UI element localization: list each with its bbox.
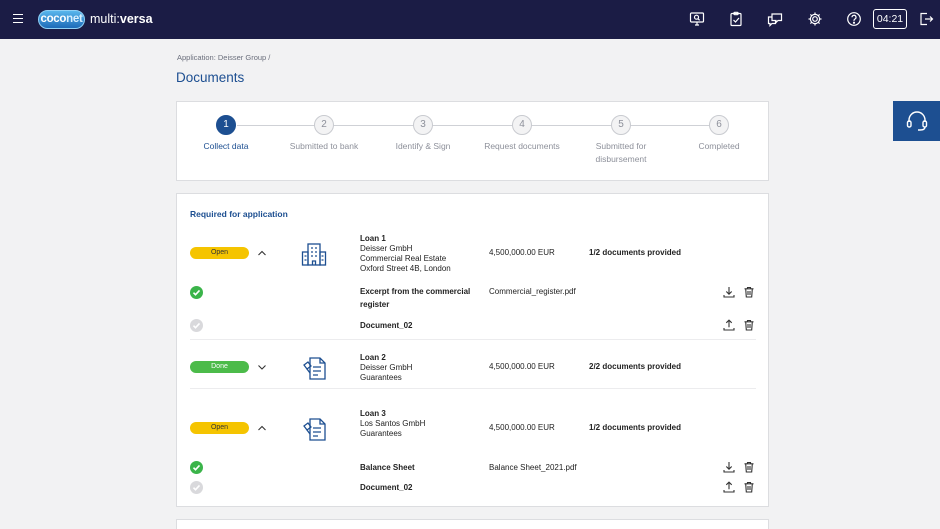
loan-type: Guarantees	[360, 429, 402, 438]
documents-provided: 1/2 documents provided	[589, 423, 682, 432]
step-request-documents[interactable]: 4 Request documents	[472, 115, 572, 153]
status-badge[interactable]: Done	[190, 361, 249, 373]
documents-provided: 2/2 documents provided	[589, 362, 682, 371]
section-title: Required for application	[190, 209, 288, 219]
documents-provided: 1/2 documents provided	[589, 248, 682, 257]
check-done-icon	[190, 286, 203, 299]
loan-info: Loan 2 Deisser GmbH Guarantees	[360, 353, 412, 383]
loan-company: Deisser GmbH	[360, 363, 413, 372]
loan-name: Loan 3	[360, 409, 386, 418]
step-label: Collect data	[203, 141, 249, 151]
document-file-link[interactable]: Commercial_register.pdf	[489, 287, 576, 296]
loan-amount: 4,500,000.00 EUR	[489, 423, 555, 432]
check-pending-icon	[190, 481, 203, 494]
status-badge[interactable]: Open	[190, 247, 249, 259]
step-identify-sign[interactable]: 3 Identify & Sign	[373, 115, 473, 153]
loan-company: Deisser GmbH	[360, 244, 413, 253]
divider	[190, 339, 756, 340]
loan-name: Loan 2	[360, 353, 386, 362]
chevron-up-icon[interactable]	[257, 423, 267, 433]
document-name: Document_02	[360, 483, 413, 492]
product-prefix: multi	[90, 12, 117, 26]
step-collect-data[interactable]: 1 Collect data	[176, 115, 276, 153]
download-icon[interactable]	[723, 286, 735, 298]
loan-amount: 4,500,000.00 EUR	[489, 248, 555, 257]
delete-icon[interactable]	[743, 286, 755, 298]
step-submitted-to-bank[interactable]: 2 Submitted to bank	[274, 115, 374, 153]
download-icon[interactable]	[723, 461, 735, 473]
coconet-logo: coconet	[38, 10, 85, 29]
building-icon	[300, 240, 328, 268]
step-label: Submitted for disbursement	[595, 141, 647, 164]
loan-type: Commercial Real Estate	[360, 254, 447, 263]
guarantee-document-icon	[301, 415, 329, 443]
logo-secondary-text: net	[66, 13, 83, 25]
loan-company: Los Santos GmbH	[360, 419, 426, 428]
step-completed[interactable]: 6 Completed	[669, 115, 769, 153]
loan-info: Loan 1 Deisser GmbH Commercial Real Esta…	[360, 234, 451, 274]
page-title: Documents	[176, 70, 245, 85]
logo-primary-text: coco	[40, 13, 67, 25]
step-number: 3	[413, 115, 433, 135]
status-badge[interactable]: Open	[190, 422, 249, 434]
step-number: 2	[314, 115, 334, 135]
step-submitted-for-disbursement[interactable]: 5 Submitted for disbursement	[571, 115, 671, 166]
document-name: Document_02	[360, 321, 413, 330]
step-label: Completed	[698, 141, 740, 151]
breadcrumb[interactable]: Application: Deisser Group /	[177, 53, 270, 62]
document-name: Balance Sheet	[360, 463, 415, 472]
check-done-icon	[190, 461, 203, 474]
step-number: 5	[611, 115, 631, 135]
upload-icon[interactable]	[723, 319, 735, 331]
top-bar: coconet multi:versa 04:21	[0, 0, 940, 39]
guarantee-document-icon	[301, 354, 329, 382]
loan-address: Oxford Street 4B, London	[360, 264, 451, 273]
step-number: 6	[709, 115, 729, 135]
gear-icon[interactable]	[807, 11, 823, 27]
session-timer: 04:21	[873, 9, 907, 29]
step-number: 1	[216, 115, 236, 135]
loan-type: Guarantees	[360, 373, 402, 382]
document-name: Excerpt from the commercial register	[360, 287, 471, 309]
chevron-up-icon[interactable]	[257, 248, 267, 258]
product-suffix: versa	[119, 12, 153, 26]
loan-amount: 4,500,000.00 EUR	[489, 362, 555, 371]
next-card	[176, 519, 769, 529]
divider	[190, 388, 756, 389]
hamburger-menu-icon[interactable]	[13, 14, 23, 24]
delete-icon[interactable]	[743, 319, 755, 331]
progress-stepper: 1 Collect data 2 Submitted to bank 3 Ide…	[176, 101, 769, 181]
check-pending-icon	[190, 319, 203, 332]
delete-icon[interactable]	[743, 461, 755, 473]
step-label: Identify & Sign	[395, 141, 451, 151]
required-documents-card: Required for application Open Loan 1 Dei…	[176, 193, 769, 507]
chat-icon[interactable]	[767, 11, 783, 27]
loan-info: Loan 3 Los Santos GmbH Guarantees	[360, 409, 425, 439]
step-label: Request documents	[484, 141, 560, 151]
chevron-down-icon[interactable]	[257, 362, 267, 372]
document-file-link[interactable]: Balance Sheet_2021.pdf	[489, 463, 577, 472]
help-icon[interactable]	[846, 11, 862, 27]
loan-name: Loan 1	[360, 234, 386, 243]
upload-icon[interactable]	[723, 481, 735, 493]
monitor-search-icon[interactable]	[689, 11, 705, 27]
step-number: 4	[512, 115, 532, 135]
headset-icon	[906, 111, 928, 131]
support-button[interactable]	[893, 101, 940, 141]
delete-icon[interactable]	[743, 481, 755, 493]
clipboard-check-icon[interactable]	[728, 11, 744, 27]
logout-icon[interactable]	[918, 11, 934, 27]
product-name: multi:versa	[90, 12, 153, 26]
step-label: Submitted to bank	[289, 141, 359, 151]
